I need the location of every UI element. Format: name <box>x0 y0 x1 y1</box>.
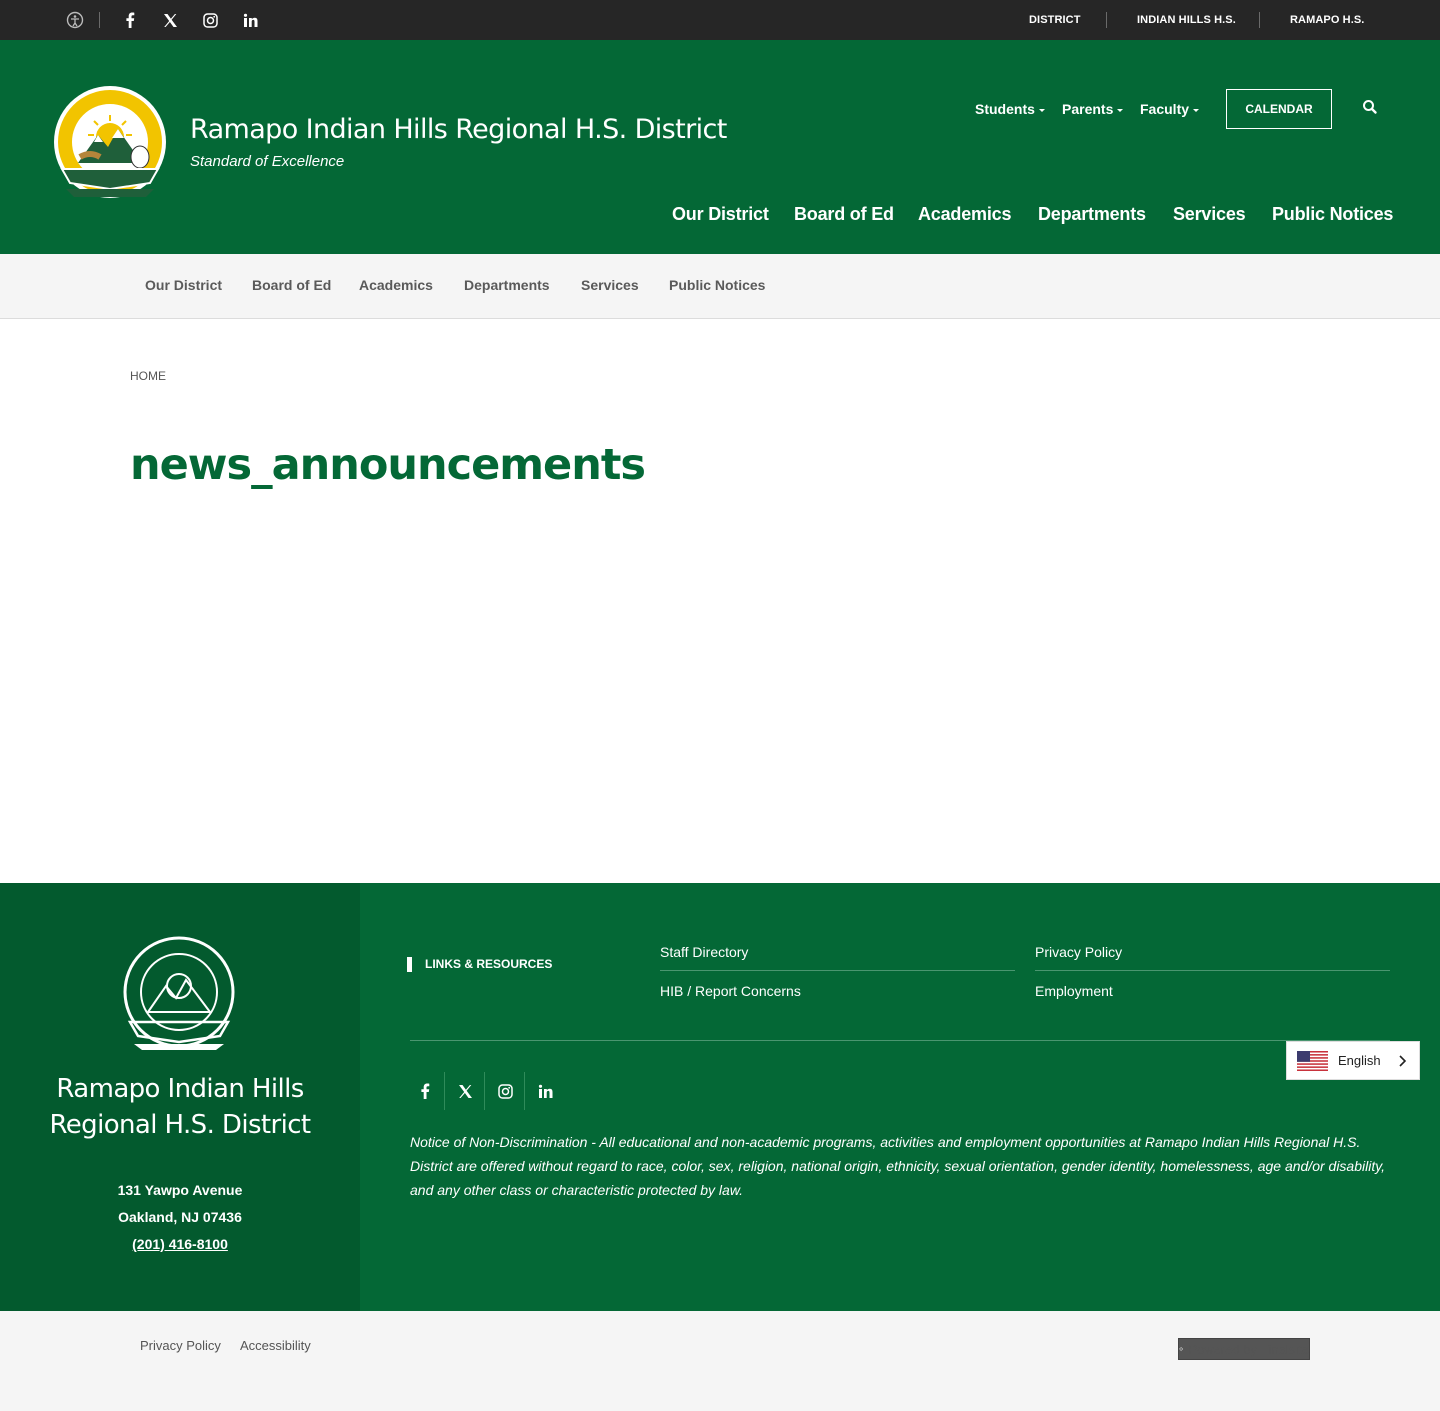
subnav-services[interactable]: Services <box>581 277 639 293</box>
site-header: Ramapo Indian Hills Regional H.S. Distri… <box>0 40 1440 254</box>
nav-academics[interactable]: Academics <box>918 204 1011 225</box>
search-icon[interactable] <box>1361 98 1379 116</box>
nav-public-notices[interactable]: Public Notices <box>1272 204 1393 225</box>
privacy-policy-link[interactable]: Privacy Policy <box>1035 944 1122 960</box>
phone-link[interactable]: (201) 416-8100 <box>132 1236 228 1252</box>
divider <box>1259 12 1260 28</box>
subnav-our-district[interactable]: Our District <box>145 277 222 293</box>
non-discrimination-notice: Notice of Non-Discrimination - All educa… <box>410 1134 1386 1198</box>
staff-directory-link[interactable]: Staff Directory <box>660 944 748 960</box>
ramapo-link[interactable]: RAMAPO H.S. <box>1290 14 1364 26</box>
footer-logo[interactable] <box>120 936 238 1054</box>
section-subnav: Our District Board of Ed Academics Depar… <box>0 254 1440 319</box>
nav-departments[interactable]: Departments <box>1038 204 1146 225</box>
breadcrumb-home[interactable]: HOME <box>130 369 166 383</box>
students-dropdown[interactable]: Students <box>975 101 1045 117</box>
section-marker <box>407 957 412 972</box>
links-resources-heading: LINKS & RESOURCES <box>425 957 553 971</box>
employment-link[interactable]: Employment <box>1035 983 1113 999</box>
instagram-icon[interactable] <box>200 10 220 30</box>
district-logo[interactable] <box>50 85 170 203</box>
name-line: Regional H.S. District <box>49 1110 311 1140</box>
dropdown-label: Parents <box>1062 101 1114 117</box>
us-flag-icon <box>1297 1050 1328 1071</box>
linkedin-icon[interactable] <box>525 1071 565 1111</box>
subnav-board-of-ed[interactable]: Board of Ed <box>252 277 331 293</box>
powered-by-finalsite-badge[interactable]: Powered by Finalsite <box>1178 1338 1310 1360</box>
facebook-icon[interactable] <box>120 10 140 30</box>
accessibility-icon[interactable] <box>65 10 85 30</box>
site-tagline: Standard of Excellence <box>190 153 345 170</box>
footer-district-name: Ramapo Indian Hills Regional H.S. Distri… <box>0 1071 360 1143</box>
site-title[interactable]: Ramapo Indian Hills Regional H.S. Distri… <box>190 114 727 145</box>
divider <box>660 970 1015 971</box>
parents-dropdown[interactable]: Parents <box>1062 101 1124 117</box>
nav-services[interactable]: Services <box>1173 204 1246 225</box>
subnav-public-notices[interactable]: Public Notices <box>669 277 765 293</box>
bottom-privacy-link[interactable]: Privacy Policy <box>140 1338 221 1353</box>
footer-contact: Ramapo Indian Hills Regional H.S. Distri… <box>0 883 360 1311</box>
caret-down-icon <box>1038 108 1045 112</box>
hib-report-link[interactable]: HIB / Report Concerns <box>660 983 801 999</box>
subnav-departments[interactable]: Departments <box>464 277 550 293</box>
divider <box>410 1040 1390 1041</box>
x-twitter-icon[interactable] <box>445 1071 485 1111</box>
caret-down-icon <box>1193 108 1200 112</box>
linkedin-icon[interactable] <box>240 10 260 30</box>
address-line: Oakland, NJ 07436 <box>118 1209 242 1225</box>
facebook-icon[interactable] <box>405 1071 445 1111</box>
dropdown-label: Students <box>975 101 1035 117</box>
utility-bar: DISTRICT INDIAN HILLS H.S. RAMAPO H.S. <box>0 0 1440 40</box>
name-line: Ramapo Indian Hills <box>56 1074 304 1104</box>
footer-links: LINKS & RESOURCES Staff Directory Privac… <box>360 883 1440 1311</box>
divider <box>1035 970 1390 971</box>
accessibility-link[interactable]: Accessibility <box>240 1338 311 1353</box>
divider <box>1106 12 1107 28</box>
faculty-dropdown[interactable]: Faculty <box>1140 101 1200 117</box>
calendar-button[interactable]: CALENDAR <box>1226 89 1332 129</box>
powered-label: Powered by Finalsite <box>1188 1341 1309 1357</box>
x-twitter-icon[interactable] <box>160 10 180 30</box>
instagram-icon[interactable] <box>485 1071 525 1111</box>
finalsite-icon <box>1179 1346 1184 1352</box>
page-title: news_announcements <box>130 440 646 490</box>
caret-down-icon <box>1117 108 1124 112</box>
address-line: 131 Yawpo Avenue <box>117 1182 243 1198</box>
nav-our-district[interactable]: Our District <box>672 204 769 225</box>
language-label: English <box>1338 1053 1381 1068</box>
district-link[interactable]: DISTRICT <box>1029 14 1081 26</box>
legal-bar: Privacy Policy Accessibility Powered by … <box>0 1311 1440 1411</box>
dropdown-label: Faculty <box>1140 101 1190 117</box>
divider <box>99 12 100 28</box>
subnav-academics[interactable]: Academics <box>359 277 433 293</box>
chevron-right-icon <box>1398 1054 1407 1068</box>
language-selector[interactable]: English <box>1286 1041 1420 1080</box>
indian-hills-link[interactable]: INDIAN HILLS H.S. <box>1137 14 1236 26</box>
nav-board-of-ed[interactable]: Board of Ed <box>794 204 894 225</box>
